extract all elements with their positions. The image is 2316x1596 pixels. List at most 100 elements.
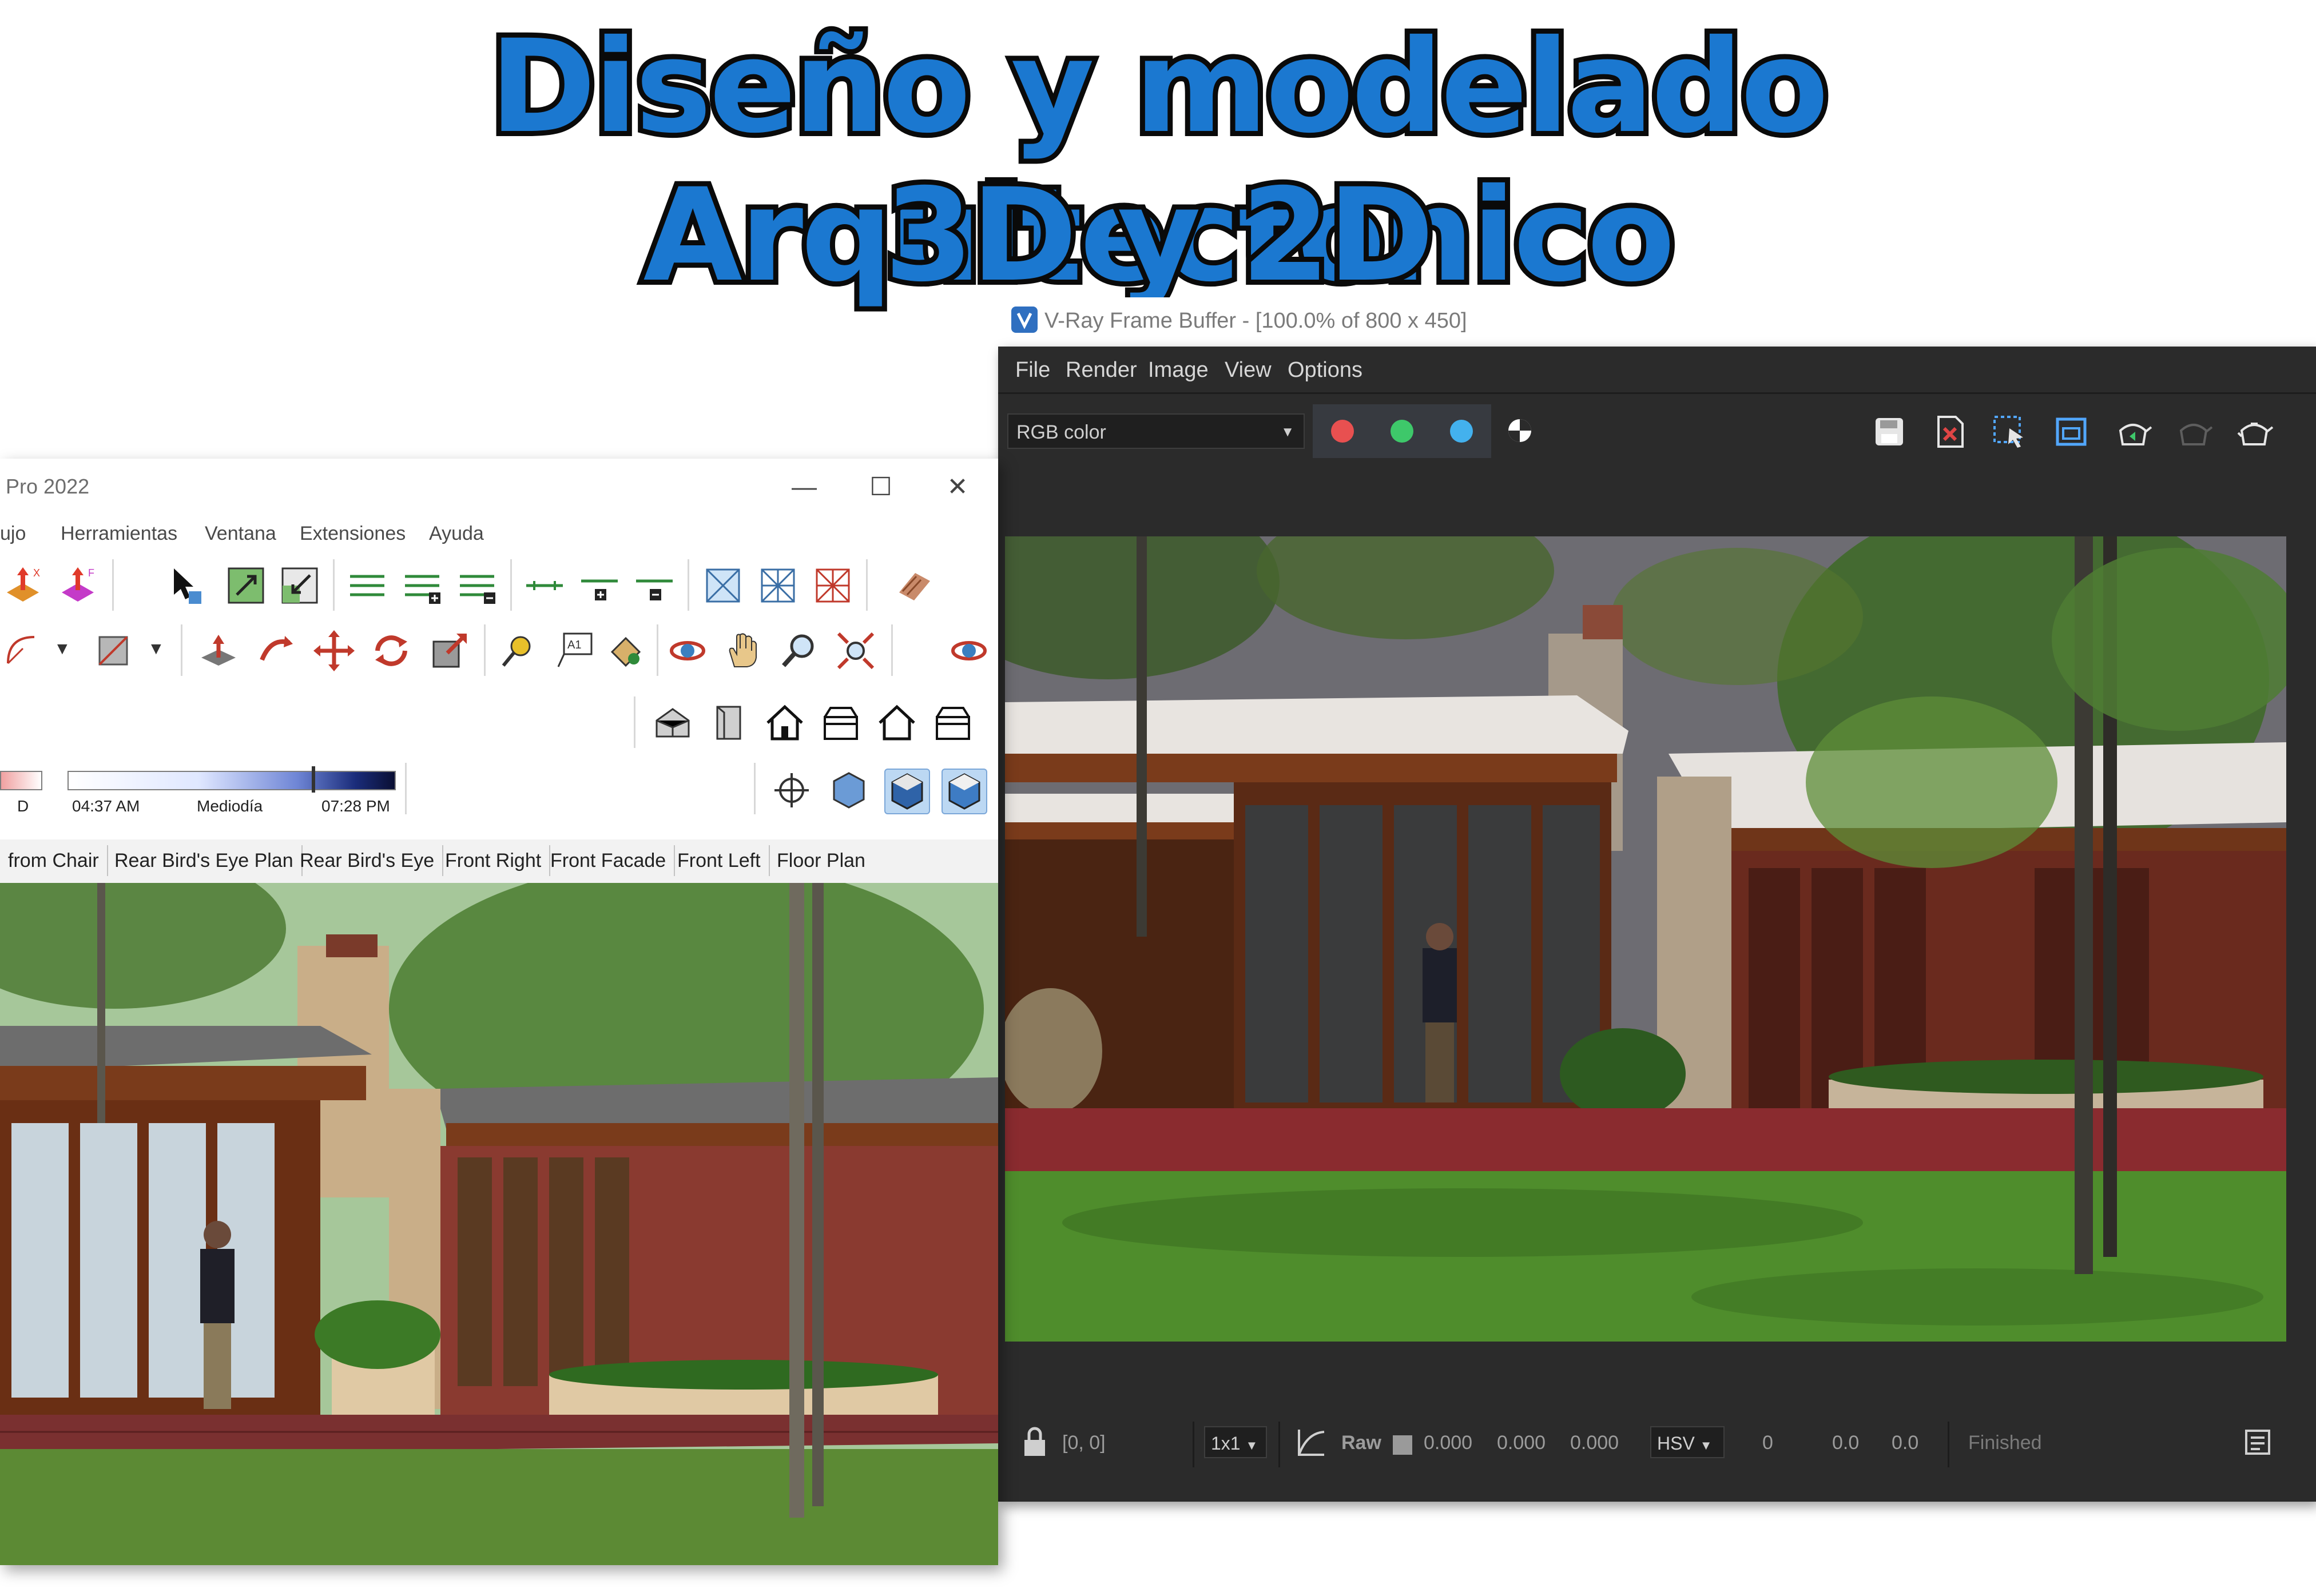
right-view-icon[interactable] (819, 701, 863, 745)
vray-menu-file[interactable]: File (1015, 358, 1050, 383)
vray-menu-image[interactable]: Image (1148, 358, 1209, 383)
layer-add-icon[interactable] (400, 564, 444, 607)
xray-view-icon[interactable] (701, 564, 745, 607)
render-region-box-icon[interactable] (2051, 411, 2092, 452)
push-pull-icon[interactable] (197, 629, 240, 672)
channel-select[interactable]: RGB color ▼ (1007, 413, 1305, 449)
interactive-render-teapot-icon[interactable] (2112, 411, 2154, 452)
select-cursor-icon[interactable] (162, 564, 206, 607)
vray-title-bar[interactable]: V-Ray Frame Buffer - [100.0% of 800 x 45… (1007, 297, 2316, 343)
tab-floor-plan[interactable]: Floor Plan (769, 845, 873, 876)
scale-down-icon[interactable] (278, 564, 321, 607)
sketchup-title-bar[interactable]: Pro 2022 — ☐ ✕ (0, 459, 998, 516)
red-dot-icon (1331, 420, 1354, 443)
orbit-tool-icon[interactable] (666, 629, 709, 672)
push-pull-face-icon[interactable]: F (56, 564, 100, 607)
iso-view-icon[interactable] (651, 701, 694, 745)
layer-remove-icon[interactable] (455, 564, 499, 607)
save-image-icon[interactable] (1869, 411, 1910, 452)
vray-menu-options[interactable]: Options (1288, 358, 1362, 383)
color-space-select[interactable]: HSV ▼ (1650, 1426, 1725, 1458)
maximize-button[interactable]: ☐ (858, 469, 904, 506)
menu-dibujo[interactable]: ujo (0, 523, 26, 545)
zoom-extents-icon[interactable] (834, 629, 877, 672)
close-button[interactable]: ✕ (935, 469, 980, 506)
value-b: 0.000 (1570, 1432, 1619, 1454)
front-view-icon[interactable] (763, 701, 807, 745)
alpha-channel-icon[interactable] (1499, 410, 1540, 451)
menu-ayuda[interactable]: Ayuda (429, 523, 484, 545)
left-view-icon[interactable] (931, 701, 975, 745)
back-view-icon[interactable] (875, 701, 919, 745)
red-channel-button[interactable] (1313, 404, 1372, 458)
green-channel-button[interactable] (1372, 404, 1432, 458)
minimize-button[interactable]: — (781, 469, 827, 506)
sampling-select[interactable]: 1x1 ▼ (1204, 1426, 1267, 1458)
shadow-date-slider[interactable] (0, 771, 42, 790)
tab-rear-birds-eye-plan[interactable]: Rear Bird's Eye Plan (106, 845, 303, 876)
top-view-icon[interactable] (707, 701, 750, 745)
tab-front-facade[interactable]: Front Facade (542, 845, 676, 876)
curve-icon[interactable] (1290, 1422, 1331, 1463)
vray-menu-render[interactable]: Render (1066, 358, 1137, 383)
lock-icon[interactable] (1014, 1422, 1055, 1463)
style-textured-icon[interactable] (942, 769, 987, 814)
section-add-icon[interactable] (578, 564, 621, 607)
orbit-tool-2-icon[interactable] (947, 629, 991, 672)
toolbar-separator (112, 559, 114, 611)
tab-front-right[interactable]: Front Right (437, 845, 551, 876)
style-shaded-icon[interactable] (884, 769, 930, 814)
sketchup-menubar: ujo Herramientas Ventana Extensiones Ayu… (0, 516, 998, 554)
rectangle-tool-icon[interactable] (92, 629, 135, 672)
chevron-down-icon[interactable]: ▼ (54, 639, 71, 659)
shadow-noon-label: Mediodía (197, 797, 263, 815)
menu-ventana[interactable]: Ventana (205, 523, 276, 545)
menu-extensiones[interactable]: Extensiones (300, 523, 406, 545)
axis-tool-icon[interactable]: X (1, 564, 45, 607)
tab-from-chair[interactable]: from Chair (0, 845, 108, 876)
arc-tool-icon[interactable] (0, 629, 43, 672)
blue-channel-button[interactable] (1432, 404, 1491, 458)
render-scene (1005, 536, 2286, 1342)
move-tool-icon[interactable] (312, 629, 356, 672)
scale-up-icon[interactable] (224, 564, 268, 607)
tab-front-left[interactable]: Front Left (669, 845, 770, 876)
chevron-down-icon[interactable]: ▼ (148, 639, 165, 659)
hidden-line-icon[interactable] (811, 564, 855, 607)
scale-tool-icon[interactable] (428, 629, 471, 672)
scene-tabs: from Chair Rear Bird's Eye Plan Rear Bir… (0, 839, 998, 884)
rotate-tool-icon[interactable] (370, 629, 413, 672)
log-panel-icon[interactable] (2237, 1422, 2278, 1463)
tab-rear-birds-eye[interactable]: Rear Bird's Eye (292, 845, 444, 876)
text-tool-icon[interactable]: A1 (553, 629, 596, 672)
follow-me-icon[interactable] (254, 629, 297, 672)
menu-herramientas[interactable]: Herramientas (61, 523, 177, 545)
stop-render-teapot-icon[interactable] (2173, 411, 2214, 452)
pan-hand-icon[interactable] (722, 629, 765, 672)
vray-menu-view[interactable]: View (1225, 358, 1272, 383)
zoom-magnifier-icon[interactable] (778, 629, 821, 672)
section-line-icon[interactable] (523, 564, 566, 607)
section-remove-icon[interactable] (633, 564, 676, 607)
region-render-icon[interactable] (1989, 411, 2030, 452)
wireframe-grid-icon[interactable] (756, 564, 800, 607)
position-camera-icon[interactable] (770, 769, 813, 812)
clear-image-icon[interactable] (1929, 411, 1971, 452)
chevron-down-icon: ▼ (1245, 1438, 1258, 1452)
sketchup-viewport[interactable] (0, 883, 998, 1565)
shadow-time-slider[interactable] (67, 771, 396, 790)
render-teapot-icon[interactable] (2234, 411, 2275, 452)
toolbar-separator (181, 624, 182, 676)
layers-icon[interactable] (345, 564, 389, 607)
style-wireframe-icon[interactable] (827, 769, 871, 812)
headline-line-2: 3D y 2D (879, 156, 1440, 315)
paint-bucket-icon[interactable] (604, 629, 647, 672)
toolbar-separator (754, 763, 756, 814)
materials-icon[interactable] (892, 564, 936, 607)
axis-f-label: F (88, 567, 94, 579)
value-value: 0.0 (1892, 1432, 1919, 1454)
vray-toolbar: RGB color ▼ (998, 394, 2316, 468)
shadow-time-handle[interactable] (312, 766, 315, 793)
tape-measure-icon[interactable] (496, 629, 540, 672)
color-space-value: HSV (1657, 1433, 1695, 1454)
